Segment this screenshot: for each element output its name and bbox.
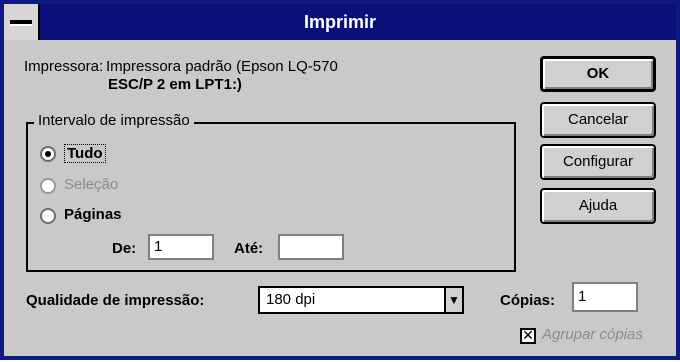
collate-label: Agrupar cópias [542,326,643,343]
printer-name-line2: ESC/P 2 em LPT1:) [108,76,242,93]
radio-selection[interactable] [40,178,56,194]
print-range-legend: Intervalo de impressão [34,112,194,129]
title-bar[interactable]: Imprimir [4,4,676,40]
from-label: De: [112,240,137,257]
radio-all[interactable] [40,146,56,162]
radio-selection-label: Seleção [64,176,119,193]
print-dialog: Imprimir Impressora: Impressora padrão (… [0,0,680,360]
dropdown-arrow-icon[interactable]: ▼ [444,288,462,312]
configure-button[interactable]: Configurar [540,144,656,180]
printer-name-line1: Impressora padrão (Epson LQ-570 [106,58,338,75]
help-button[interactable]: Ajuda [540,188,656,224]
radio-pages-label[interactable]: Páginas [64,206,122,223]
quality-label: Qualidade de impressão: [26,292,205,309]
collate-checkbox[interactable]: ✕ [520,328,536,344]
copies-field[interactable]: 1 [572,282,638,312]
quality-select[interactable]: 180 dpi ▼ [258,286,464,314]
cancel-button[interactable]: Cancelar [540,102,656,138]
copies-label: Cópias: [500,292,556,309]
ok-button[interactable]: OK [540,56,656,92]
radio-all-label[interactable]: Tudo [64,144,106,163]
to-field[interactable] [278,234,344,260]
window-title: Imprimir [303,12,377,32]
to-label: Até: [234,240,264,257]
printer-label: Impressora: [24,58,104,75]
from-field[interactable]: 1 [148,234,214,260]
radio-pages[interactable] [40,208,56,224]
quality-value: 180 dpi [266,291,316,308]
